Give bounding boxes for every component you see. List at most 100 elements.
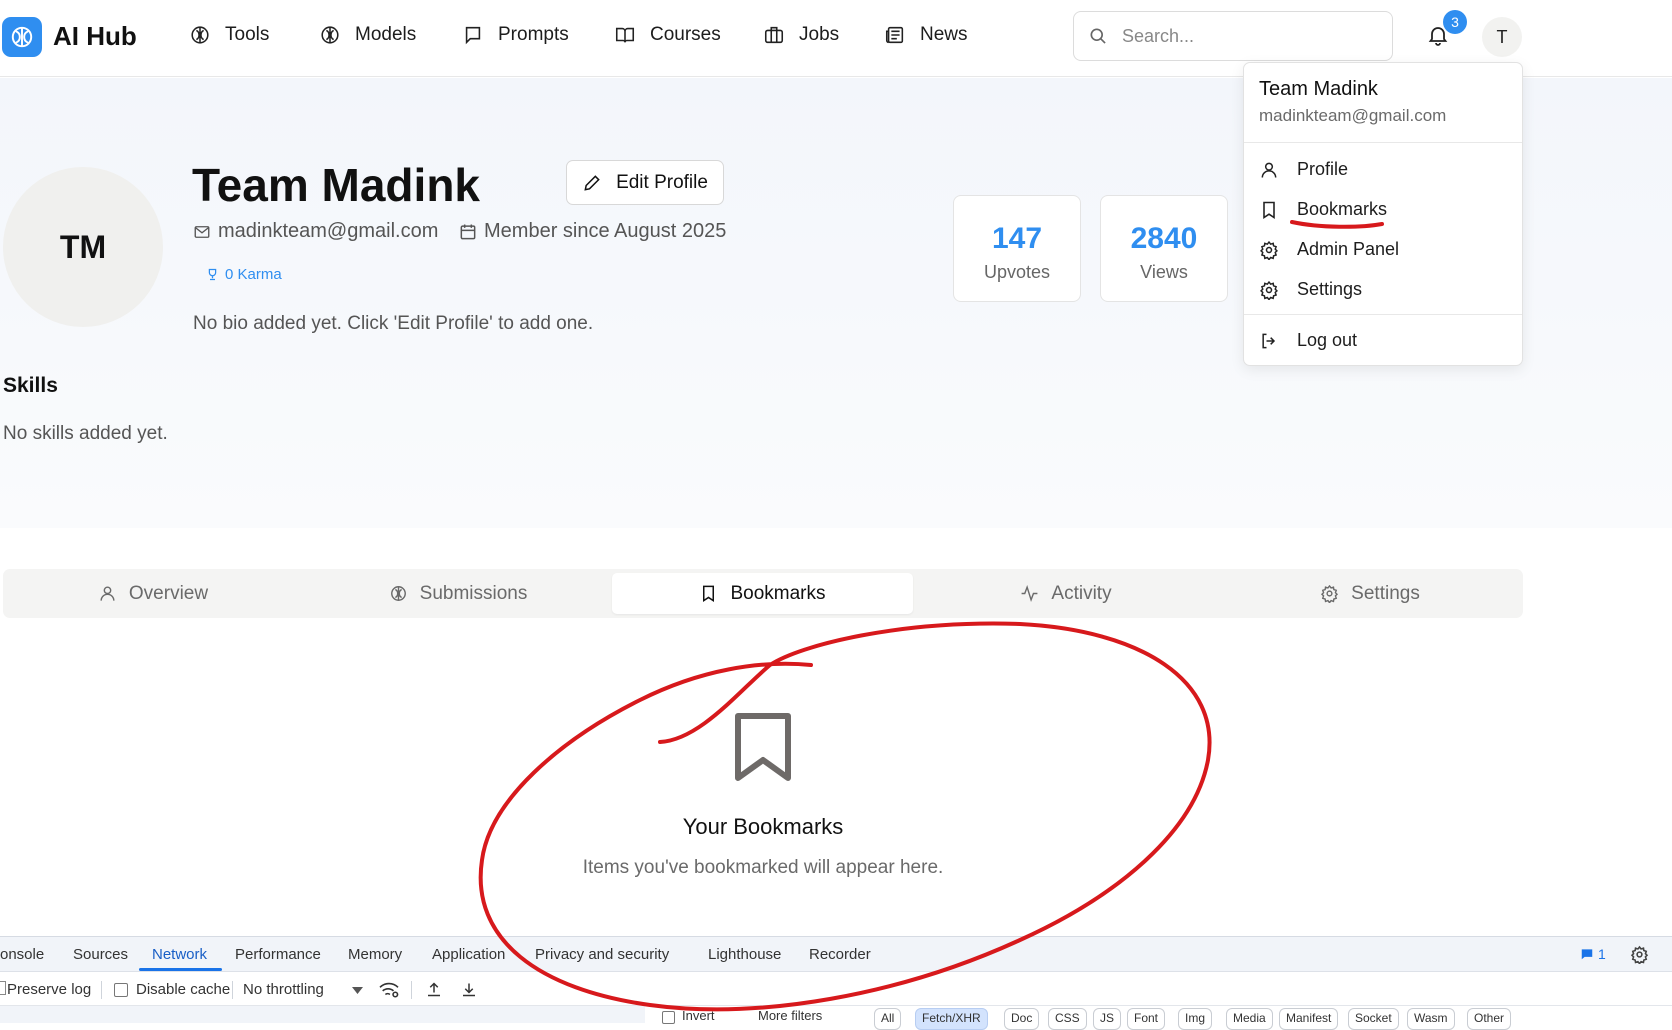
filter-chip-other[interactable]: Other [1467, 1008, 1512, 1030]
filter-chip-fetch-xhr[interactable]: Fetch/XHR [915, 1008, 988, 1030]
upload-icon[interactable] [425, 980, 443, 999]
member-since-text: Member since August 2025 [484, 220, 727, 242]
preserve-log-label: Preserve log [7, 981, 92, 998]
more-filters-dropdown[interactable]: More filters [758, 1008, 822, 1023]
nav-courses[interactable]: Courses [614, 24, 721, 46]
brain-icon [191, 26, 209, 44]
profile-member-since: Member since August 2025 [458, 220, 726, 243]
mail-icon [194, 225, 210, 238]
brain-icon [390, 586, 406, 601]
dropdown-user-name: Team Madink [1259, 78, 1378, 100]
devtools-tab-lighthouse[interactable]: Lighthouse [708, 946, 781, 963]
nav-tools[interactable]: Tools [189, 24, 269, 46]
nav-prompts[interactable]: Prompts [462, 24, 569, 46]
devtools-settings-button[interactable] [1630, 945, 1649, 964]
menu-item-admin-panel-label: Admin Panel [1297, 239, 1400, 259]
filter-chip-all[interactable]: All [874, 1008, 902, 1030]
tab-settings[interactable]: Settings [1220, 573, 1520, 614]
filter-chip-doc[interactable]: Doc [1004, 1008, 1040, 1030]
menu-item-bookmarks[interactable]: Bookmarks [1259, 199, 1387, 220]
filter-chip-media[interactable]: Media [1226, 1008, 1273, 1030]
devtools-tab-privacy[interactable]: Privacy and security [535, 946, 669, 963]
menu-item-admin-panel[interactable]: Admin Panel [1259, 239, 1399, 260]
wifi-settings-icon[interactable] [378, 981, 400, 999]
preserve-log-checkbox[interactable] [0, 981, 6, 995]
filter-chip-socket[interactable]: Socket [1348, 1008, 1399, 1030]
stat-upvotes-label: Upvotes [983, 262, 1051, 282]
menu-item-profile[interactable]: Profile [1259, 159, 1348, 180]
dropdown-divider [1244, 314, 1522, 315]
devtools-tab-sources[interactable]: Sources [73, 946, 128, 963]
gear-icon [1321, 584, 1339, 603]
disable-cache-checkbox[interactable] [114, 983, 128, 997]
filter-chip-wasm[interactable]: Wasm [1407, 1008, 1455, 1030]
pencil-icon [584, 174, 600, 191]
brain-icon [321, 26, 339, 44]
nav-jobs[interactable]: Jobs [763, 24, 839, 46]
nav-news[interactable]: News [884, 24, 968, 46]
message-icon [1581, 949, 1593, 960]
tab-bookmarks[interactable]: Bookmarks [612, 573, 913, 614]
devtools-tab-bar: onsole Sources Network Performance Memor… [0, 937, 1672, 972]
logout-icon [1262, 333, 1276, 348]
chevron-down-icon [352, 987, 363, 994]
devtools-tab-recorder[interactable]: Recorder [809, 946, 871, 963]
devtools-tab-performance[interactable]: Performance [235, 946, 321, 963]
search-input[interactable] [1122, 25, 1362, 47]
menu-item-bookmarks-label: Bookmarks [1297, 199, 1388, 219]
bookmark-icon [733, 712, 793, 782]
message-icon [465, 26, 481, 45]
disable-cache-label: Disable cache [136, 981, 231, 998]
toolbar-divider [101, 981, 102, 999]
filter-chip-manifest[interactable]: Manifest [1279, 1008, 1339, 1030]
filter-chip-font[interactable]: Font [1127, 1008, 1166, 1030]
trophy-icon [208, 268, 217, 281]
user-avatar-button[interactable]: T [1482, 17, 1522, 57]
devtools-network-toolbar: Preserve log Disable cache No throttling [0, 973, 1672, 1005]
devtools-panel: onsole Sources Network Performance Memor… [0, 936, 1672, 1030]
devtools-tab-application[interactable]: Application [432, 946, 505, 963]
nav-news-label: News [920, 24, 968, 45]
nav-models[interactable]: Models [319, 24, 416, 46]
filter-chip-js[interactable]: JS [1093, 1008, 1122, 1030]
empty-state-subtitle: Items you've bookmarked will appear here… [582, 857, 944, 878]
devtools-tab-network[interactable]: Network [152, 946, 207, 963]
throttling-select[interactable]: No throttling [243, 981, 324, 998]
filter-input[interactable] [0, 1006, 645, 1023]
download-icon[interactable] [460, 980, 478, 999]
menu-item-logout[interactable]: Log out [1259, 330, 1357, 351]
gear-icon [1260, 240, 1278, 260]
nav-jobs-label: Jobs [799, 24, 840, 45]
invert-label: Invert [682, 1008, 715, 1023]
briefcase-icon [764, 26, 784, 44]
devtools-issues-button[interactable]: 1 [1580, 946, 1606, 962]
book-icon [615, 27, 635, 43]
tab-activity-label: Activity [1051, 582, 1112, 604]
menu-item-settings[interactable]: Settings [1259, 279, 1362, 300]
filter-chip-img[interactable]: Img [1178, 1008, 1213, 1030]
tab-activity[interactable]: Activity [916, 573, 1216, 614]
stat-upvotes: 147 Upvotes [953, 195, 1081, 302]
devtools-issues-count: 1 [1598, 946, 1606, 962]
edit-profile-button[interactable]: Edit Profile [566, 160, 724, 205]
devtools-tab-console[interactable]: onsole [0, 946, 44, 963]
invert-checkbox[interactable] [662, 1011, 675, 1024]
toolbar-divider [411, 981, 412, 999]
dropdown-user-email: madinkteam@gmail.com [1259, 106, 1447, 125]
tab-bookmarks-label: Bookmarks [730, 582, 826, 604]
calendar-icon [460, 224, 476, 239]
tab-submissions[interactable]: Submissions [308, 573, 608, 614]
search-box[interactable] [1073, 11, 1393, 61]
nav-prompts-label: Prompts [498, 24, 569, 45]
dropdown-divider [1244, 142, 1522, 143]
stat-views-label: Views [1140, 262, 1188, 282]
devtools-active-tab-indicator [139, 968, 222, 971]
filter-chip-css[interactable]: CSS [1048, 1008, 1087, 1030]
karma-text: 0 Karma [225, 266, 282, 283]
logo-icon[interactable] [2, 17, 42, 57]
devtools-tab-memory[interactable]: Memory [348, 946, 402, 963]
search-icon [1090, 28, 1106, 44]
tab-overview[interactable]: Overview [3, 573, 303, 614]
brand-name[interactable]: AI Hub [53, 21, 137, 52]
bookmark-icon [703, 585, 715, 603]
